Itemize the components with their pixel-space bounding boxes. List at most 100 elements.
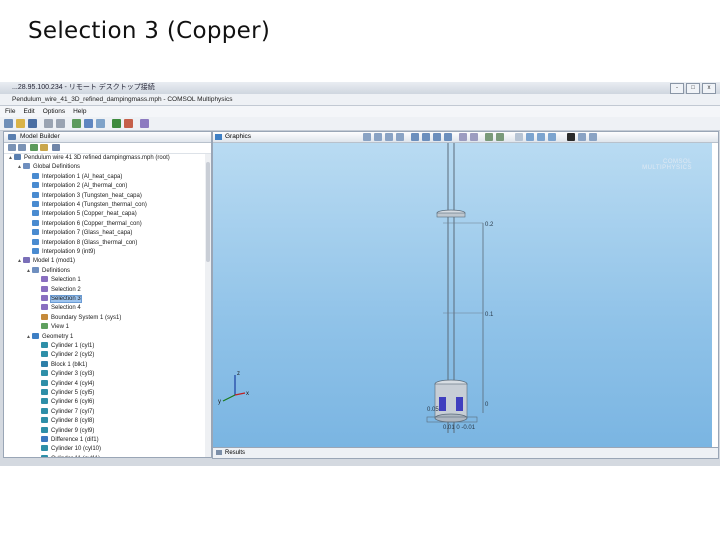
tree-item[interactable]: Interpolation 7 (Glass_heat_capa)	[26, 229, 132, 238]
tree-item[interactable]: Cylinder 1 (cyl1)	[35, 342, 94, 351]
tree-item-label: Interpolation 9 (int9)	[42, 249, 96, 255]
tree-item-label: Cylinder 6 (cyl6)	[51, 399, 95, 406]
tree-item[interactable]: Interpolation 2 (Al_thermal_con)	[26, 182, 127, 191]
zoom-out-icon[interactable]	[374, 133, 382, 141]
redo-icon[interactable]	[56, 119, 65, 128]
view-icon[interactable]	[459, 133, 467, 141]
help-icon[interactable]	[140, 119, 149, 128]
tree-item[interactable]: Difference 1 (dif1)	[35, 436, 99, 445]
wireframe-icon[interactable]	[515, 133, 523, 141]
results-tab[interactable]: Results	[212, 447, 719, 459]
tree-item[interactable]: ▲ Global Definitions	[17, 163, 80, 172]
color-icon[interactable]	[567, 133, 575, 141]
select-icon[interactable]	[411, 133, 419, 141]
render-icon[interactable]	[548, 133, 556, 141]
tree-item[interactable]: Interpolation 9 (int9)	[26, 248, 95, 257]
menu-help[interactable]: Help	[73, 106, 86, 117]
model-icon[interactable]	[72, 119, 81, 128]
add-icon[interactable]	[30, 144, 38, 151]
maximize-button[interactable]: □	[686, 83, 700, 94]
menu-file[interactable]: File	[5, 106, 15, 117]
folder-icon	[32, 266, 39, 273]
tree-item[interactable]: Cylinder 2 (cyl2)	[35, 351, 94, 360]
hide-icon[interactable]	[485, 133, 493, 141]
close-button[interactable]: x	[702, 83, 716, 94]
model-builder-tab[interactable]: Model Builder	[4, 132, 211, 143]
zoom-in-icon[interactable]	[363, 133, 371, 141]
tree-item[interactable]: ▲ Definitions	[26, 266, 70, 276]
show-icon[interactable]	[40, 144, 48, 151]
graphics-tab[interactable]: Graphics	[213, 132, 718, 143]
tree-item[interactable]: Cylinder 3 (cyl3)	[35, 370, 94, 379]
graphics-canvas[interactable]: COMSOL MULTIPHYSICS z y x 0.2 0.1 0 0.05…	[213, 143, 712, 448]
tree-item[interactable]: Selection 1	[35, 276, 81, 285]
y-axis-label: y	[218, 399, 221, 405]
mesh-icon[interactable]	[96, 119, 105, 128]
results-icon[interactable]	[124, 119, 133, 128]
tree-item[interactable]: Cylinder 10 (cyl10)	[35, 445, 101, 454]
tree-item[interactable]: Interpolation 3 (Tungsten_heat_capa)	[26, 191, 142, 201]
tree-item[interactable]: Interpolation 5 (Copper_heat_capa)	[26, 210, 137, 219]
tree-item[interactable]: Selection 2	[35, 285, 81, 295]
save-icon[interactable]	[28, 119, 37, 128]
axis-icon	[41, 313, 48, 320]
open-icon[interactable]	[16, 119, 25, 128]
cylinder-icon	[41, 454, 48, 457]
tree-item[interactable]: Cylinder 6 (cyl6)	[35, 398, 94, 407]
menu-options[interactable]: Options	[43, 106, 65, 117]
tree-item[interactable]: Interpolation 1 (Al_heat_capa)	[26, 172, 122, 182]
tree-item-label: Model 1 (mod1)	[33, 258, 76, 265]
zoom-box-icon[interactable]	[385, 133, 393, 141]
select-box-icon[interactable]	[422, 133, 430, 141]
camera-icon[interactable]	[470, 133, 478, 141]
transparency-icon[interactable]	[526, 133, 534, 141]
tree-item[interactable]: Block 1 (blk1)	[35, 360, 87, 370]
geometry-icon[interactable]	[84, 119, 93, 128]
tree-item[interactable]: Cylinder 5 (cyl5)	[35, 389, 94, 398]
tree-scrollbar[interactable]	[205, 154, 211, 457]
tree-item[interactable]: Cylinder 8 (cyl8)	[35, 417, 94, 426]
invert-selection-icon[interactable]	[444, 133, 452, 141]
tree-item-label: Geometry 1	[42, 333, 74, 340]
export-image-icon[interactable]	[589, 133, 597, 141]
cylinder-icon	[41, 407, 48, 414]
tree-item[interactable]: Cylinder 7 (cyl7)	[35, 407, 94, 417]
tree-item[interactable]: ▲ Pendulum wire 41 3D refined dampingmass…	[8, 154, 170, 163]
tree-item[interactable]: ▲ Geometry 1	[26, 332, 74, 342]
tree-item[interactable]: ▲ Model 1 (mod1)	[17, 257, 75, 266]
zoom-extents-icon[interactable]	[396, 133, 404, 141]
tree-item-label: View 1	[51, 324, 69, 331]
tree-item[interactable]: Selection 4	[35, 304, 81, 313]
print-icon[interactable]	[578, 133, 586, 141]
remote-title: ...28.95.100.234 - リモート デスクトップ接続	[12, 84, 155, 91]
scene-light-icon[interactable]	[537, 133, 545, 141]
tree-item[interactable]: Cylinder 11 (cyl11)	[35, 454, 100, 457]
forward-icon[interactable]	[18, 144, 26, 151]
app-title: Pendulum_wire_41_3D_refined_dampingmass.…	[12, 96, 233, 103]
minimize-button[interactable]: -	[670, 83, 684, 94]
show-all-icon[interactable]	[496, 133, 504, 141]
graphics-tab-label: Graphics	[225, 133, 252, 140]
tree-item[interactable]: Cylinder 9 (cyl9)	[35, 426, 94, 436]
geometry-icon	[32, 332, 39, 339]
undo-icon[interactable]	[44, 119, 53, 128]
tree-item[interactable]: View 1	[35, 323, 69, 332]
back-icon[interactable]	[8, 144, 16, 151]
menu-edit[interactable]: Edit	[23, 106, 34, 117]
tree-item-label: Difference 1 (dif1)	[51, 437, 99, 443]
interp-icon	[32, 229, 39, 236]
scroll-thumb[interactable]	[206, 162, 210, 262]
deselect-icon[interactable]	[433, 133, 441, 141]
tree-item[interactable]: Cylinder 4 (cyl4)	[35, 379, 94, 389]
tree-item[interactable]: Selection 3	[35, 295, 82, 304]
compute-icon[interactable]	[112, 119, 121, 128]
tree-item[interactable]: Interpolation 4 (Tungsten_thermal_con)	[26, 201, 147, 210]
tree-item[interactable]: Interpolation 6 (Copper_thermal_con)	[26, 219, 142, 229]
tree-item-label: Selection 3	[50, 295, 82, 303]
block-icon	[41, 360, 48, 367]
tree-item[interactable]: Boundary System 1 (sys1)	[35, 313, 121, 323]
remote-titlebar: ...28.95.100.234 - リモート デスクトップ接続 - □ x	[0, 82, 720, 94]
collapse-icon[interactable]	[52, 144, 60, 151]
tree-item[interactable]: Interpolation 8 (Glass_thermal_con)	[26, 238, 137, 248]
new-icon[interactable]	[4, 119, 13, 128]
